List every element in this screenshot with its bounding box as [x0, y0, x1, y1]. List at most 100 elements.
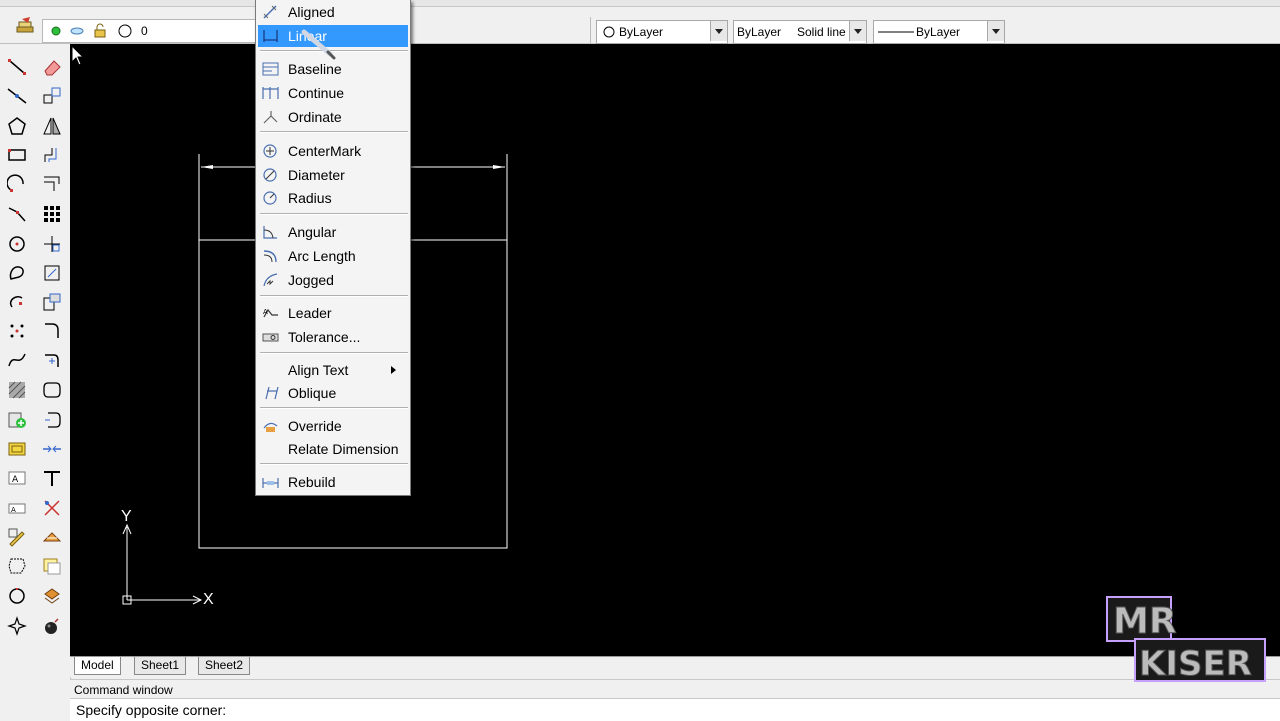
- donut-icon[interactable]: [7, 586, 27, 606]
- menu-item-override[interactable]: Override: [258, 415, 408, 437]
- svg-text:A: A: [263, 308, 268, 316]
- tab-sheet1[interactable]: Sheet1: [134, 657, 187, 675]
- submenu-arrow-icon: [391, 366, 396, 374]
- lineweight-dropdown[interactable]: ByLayer: [873, 20, 1005, 44]
- hatch-icon[interactable]: [7, 380, 27, 400]
- menu-item-diameter[interactable]: Diameter: [258, 164, 408, 186]
- dimension-menu: Aligned Linear Baseline Continue Ordinat…: [255, 0, 411, 496]
- menu-item-relate-dimension[interactable]: Relate Dimension: [258, 438, 408, 460]
- rebuild-icon: [262, 478, 279, 488]
- break-icon[interactable]: [42, 410, 62, 430]
- menu-item-centermark[interactable]: CenterMark: [258, 140, 408, 162]
- ellipse-arc-icon[interactable]: [7, 292, 27, 312]
- mouse-cursor-icon: [71, 45, 85, 66]
- extend-icon[interactable]: [42, 380, 62, 400]
- array-icon[interactable]: [42, 174, 62, 194]
- linear-dim-icon: [263, 30, 278, 42]
- move-icon[interactable]: [42, 234, 62, 254]
- layer-on-icon[interactable]: [49, 24, 63, 38]
- polyline-icon[interactable]: [7, 204, 27, 224]
- menu-item-align-text[interactable]: Align Text: [258, 359, 408, 381]
- properties-toolbar: 0 ByLayer ByLayer Solid line ByLayer: [0, 7, 1280, 45]
- polygon-icon[interactable]: [7, 116, 27, 136]
- drawing-area[interactable]: Y X: [70, 44, 1280, 656]
- menu-item-leader[interactable]: A Leader: [258, 302, 408, 324]
- menu-separator: [260, 131, 408, 133]
- arc-length-icon: [263, 250, 277, 263]
- region-icon[interactable]: [7, 556, 27, 576]
- command-prompt: Specify opposite corner:: [76, 702, 227, 718]
- chamfer-icon[interactable]: [42, 468, 62, 488]
- menu-item-rebuild[interactable]: Rebuild: [258, 471, 408, 493]
- lock-icon[interactable]: [93, 23, 107, 39]
- stretch-icon[interactable]: [42, 321, 62, 341]
- spline-icon[interactable]: [7, 350, 27, 370]
- lineweight-sample-icon: [878, 31, 914, 33]
- menu-item-arc-length[interactable]: Arc Length: [258, 245, 408, 267]
- pen-cursor-icon: [301, 29, 336, 60]
- tab-sheet2[interactable]: Sheet2: [198, 657, 251, 675]
- aligned-dim-icon: [263, 5, 277, 19]
- menu-item-radius[interactable]: Radius: [258, 187, 408, 209]
- dimension-arrow-right: [493, 165, 505, 169]
- color-dropdown[interactable]: ByLayer: [596, 20, 728, 44]
- menu-separator: [260, 352, 408, 354]
- add-block-icon[interactable]: [7, 410, 27, 430]
- diameter-icon: [263, 168, 277, 182]
- menu-item-oblique[interactable]: Oblique: [258, 382, 408, 404]
- baseline-dim-icon: [262, 62, 279, 76]
- rectangle-icon[interactable]: [7, 145, 27, 165]
- menu-item-aligned[interactable]: Aligned: [258, 1, 408, 23]
- point-icon[interactable]: [7, 321, 27, 341]
- rotate-icon[interactable]: [42, 263, 62, 283]
- menu-item-ordinate[interactable]: Ordinate: [258, 106, 408, 128]
- menu-separator: [260, 295, 408, 297]
- oblique-icon: [265, 386, 279, 400]
- chevron-down-icon[interactable]: [710, 21, 727, 41]
- fillet-icon[interactable]: [42, 498, 62, 518]
- text-icon[interactable]: A: [7, 468, 27, 488]
- construction-line-icon[interactable]: [7, 86, 27, 106]
- mirror-icon[interactable]: [42, 116, 62, 136]
- trim-icon[interactable]: [42, 350, 62, 370]
- layer-dropdown[interactable]: 0: [42, 19, 259, 43]
- bomb-icon[interactable]: [42, 616, 62, 636]
- draw-modify-toolbars: A A: [0, 44, 71, 720]
- layer-color-swatch-icon[interactable]: [117, 23, 133, 39]
- freeze-icon[interactable]: [69, 24, 85, 38]
- layer-manager-icon[interactable]: [16, 16, 34, 34]
- menu-item-jogged[interactable]: Jogged: [258, 269, 408, 291]
- revision-cloud-icon[interactable]: [7, 263, 27, 283]
- rect-array-icon[interactable]: [42, 204, 62, 224]
- arc-icon[interactable]: [7, 174, 27, 194]
- multiline-text-icon[interactable]: A: [7, 498, 27, 518]
- menu-item-angular[interactable]: Angular: [258, 221, 408, 243]
- offset-icon[interactable]: [42, 145, 62, 165]
- edit-polyline-icon[interactable]: [42, 556, 62, 576]
- chevron-down-icon[interactable]: [987, 21, 1004, 41]
- explode-icon[interactable]: [42, 527, 62, 547]
- erase-icon[interactable]: [42, 57, 62, 77]
- ordinate-dim-icon: [263, 111, 278, 124]
- wipeout-icon[interactable]: [7, 616, 27, 636]
- linetype-dropdown[interactable]: ByLayer Solid line: [733, 20, 867, 44]
- scale-icon[interactable]: [42, 292, 62, 312]
- toolbar-separator: [590, 17, 591, 45]
- lineweight-value: ByLayer: [916, 25, 961, 39]
- command-window-label: Command window: [74, 683, 173, 697]
- properties-icon[interactable]: [42, 586, 62, 606]
- ucs-x-label: X: [203, 591, 214, 608]
- svg-text:A: A: [12, 475, 19, 485]
- insert-block-icon[interactable]: [7, 439, 27, 459]
- chevron-down-icon[interactable]: [849, 21, 866, 41]
- draw-edit-icon[interactable]: [7, 527, 27, 547]
- circle-icon[interactable]: [7, 234, 27, 254]
- line-icon[interactable]: [7, 57, 27, 77]
- menu-item-continue[interactable]: Continue: [258, 82, 408, 104]
- menu-item-tolerance[interactable]: Tolerance...: [258, 326, 408, 348]
- join-icon[interactable]: [42, 439, 62, 459]
- tab-model[interactable]: Model: [74, 657, 121, 675]
- command-line[interactable]: Specify opposite corner:: [70, 698, 1280, 721]
- copy-icon[interactable]: [42, 86, 62, 106]
- menu-separator: [260, 407, 408, 409]
